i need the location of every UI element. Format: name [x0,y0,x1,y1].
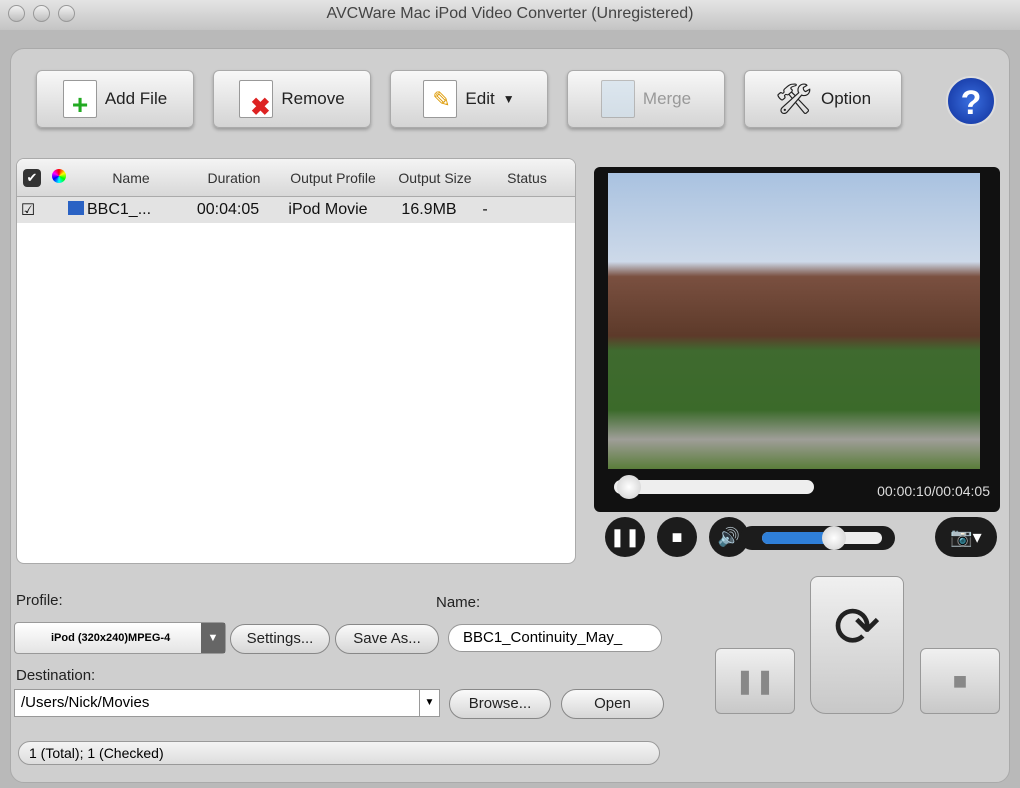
profile-select[interactable]: iPod (320x240)MPEG-4 ▼ [14,622,226,654]
title-bar: AVCWare Mac iPod Video Converter (Unregi… [0,0,1020,30]
option-button[interactable]: 🛠 Option [744,70,902,128]
pause-icon: ❚❚ [609,527,641,547]
stop-icon: ■ [952,668,968,695]
name-label: Name: [436,594,481,611]
file-size: 16.9MB [401,201,457,218]
column-output-profile[interactable]: Output Profile [277,170,389,186]
playback-time: 00:00:10/00:04:05 [877,483,990,499]
remove-icon: ✖ [239,80,274,121]
zoom-window-button[interactable] [58,5,75,22]
save-as-button[interactable]: Save As... [335,624,439,654]
status-bar: 1 (Total); 1 (Checked) [18,741,660,765]
column-output-size[interactable]: Output Size [389,170,481,186]
destination-input[interactable]: /Users/Nick/Movies ▼ [14,689,440,717]
chevron-down-icon: ▼ [502,92,515,106]
chevron-down-icon[interactable]: ▼ [419,690,439,716]
table-row[interactable]: ☑ BBC1_... 00:04:05 iPod Movie 16.9MB - [17,197,575,223]
destination-label: Destination: [16,667,96,684]
add-file-button[interactable]: + Add File [36,70,194,128]
tools-icon: 🛠 [774,82,813,116]
video-preview: 00:00:10/00:04:05 [594,167,1000,512]
stop-icon: ■ [671,527,683,547]
convert-button[interactable]: ⟳ [810,576,904,714]
file-duration: 00:04:05 [196,201,260,218]
refresh-convert-icon: ⟳ [833,595,881,658]
select-all-checkbox[interactable]: ✔ [17,168,47,187]
speaker-icon: 🔊 [717,527,741,547]
color-wheel-icon [47,169,71,186]
pause-button[interactable]: ❚❚ [605,517,645,557]
open-button[interactable]: Open [561,689,664,719]
add-file-icon: + [62,80,97,119]
file-profile: iPod Movie [288,201,368,218]
browse-button[interactable]: Browse... [449,689,551,719]
snapshot-button[interactable]: 📷▾ [935,517,997,557]
seek-slider[interactable] [614,475,814,499]
volume-slider[interactable] [740,526,895,550]
column-duration[interactable]: Duration [191,170,277,186]
stop-convert-button[interactable]: ■ [920,648,1000,714]
chevron-down-icon: ▼ [201,623,225,653]
name-input[interactable]: BBC1_Continuity_May_ [448,624,662,652]
video-frame [608,173,980,469]
file-name: BBC1_... [87,201,152,218]
column-status[interactable]: Status [481,170,573,186]
settings-button[interactable]: Settings... [230,624,330,654]
column-name[interactable]: Name [71,170,191,186]
window-title: AVCWare Mac iPod Video Converter (Unregi… [326,5,694,22]
close-window-button[interactable] [8,5,25,22]
remove-button[interactable]: ✖ Remove [213,70,371,128]
stop-button[interactable]: ■ [657,517,697,557]
edit-icon: ✎ [423,80,458,118]
profile-label: Profile: [16,592,63,609]
pause-icon: ❚❚ [734,668,776,695]
row-checkbox[interactable]: ☑ [17,200,39,220]
file-list: ✔ Name Duration Output Profile Output Si… [16,158,576,564]
merge-icon [600,80,635,118]
help-button[interactable]: ? [946,76,996,126]
minimize-window-button[interactable] [33,5,50,22]
pause-convert-button[interactable]: ❚❚ [715,648,795,714]
file-list-header: ✔ Name Duration Output Profile Output Si… [17,159,575,197]
file-status: - [482,201,488,218]
volume-handle[interactable] [822,526,846,550]
edit-button[interactable]: ✎ Edit ▼ [390,70,548,128]
video-file-icon [39,200,87,220]
seek-handle[interactable] [617,475,642,499]
camera-icon: 📷▾ [950,527,982,547]
merge-button[interactable]: Merge [567,70,725,128]
